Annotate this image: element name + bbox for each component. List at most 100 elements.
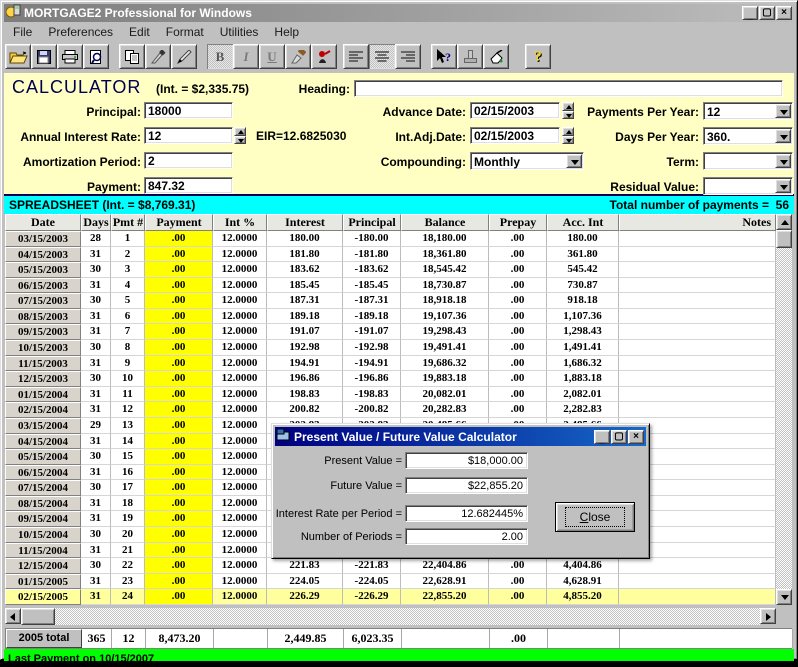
cell-int-percent[interactable]: 12.0000 [213, 324, 267, 340]
cell-principal[interactable]: -189.18 [343, 309, 401, 325]
cell-int-percent[interactable]: 12.0000 [213, 293, 267, 309]
cell-days[interactable]: 31 [81, 465, 111, 481]
cell-days[interactable]: 31 [81, 278, 111, 294]
cell-interest[interactable]: 224.05 [267, 574, 343, 590]
table-row[interactable]: 11/15/2003319.0012.0000194.91-194.9119,6… [5, 356, 792, 372]
cell-date[interactable]: 12/15/2004 [5, 558, 81, 574]
cell-pmt-number[interactable]: 14 [111, 434, 145, 450]
cell-prepay[interactable]: .00 [489, 247, 547, 263]
table-row[interactable]: 02/15/20053124.0012.0000226.29-226.2922,… [5, 589, 792, 605]
cell-interest[interactable]: 183.62 [267, 262, 343, 278]
edit-button[interactable] [171, 44, 197, 69]
cell-days[interactable]: 30 [81, 371, 111, 387]
cell-int-percent[interactable]: 12.0000 [213, 496, 267, 512]
cell-int-percent[interactable]: 12.0000 [213, 278, 267, 294]
annual-interest-rate-input[interactable] [144, 127, 233, 144]
menu-file[interactable]: File [5, 24, 40, 40]
cell-days[interactable]: 30 [81, 262, 111, 278]
cell-balance[interactable]: 18,918.18 [401, 293, 489, 309]
cell-pmt-number[interactable]: 5 [111, 293, 145, 309]
scroll-up-button[interactable] [776, 214, 792, 230]
cell-days[interactable]: 31 [81, 309, 111, 325]
present-value-input[interactable] [405, 452, 528, 469]
scrollbar-thumb[interactable] [776, 230, 792, 248]
table-row[interactable]: 07/15/2003305.0012.0000187.31-187.3118,9… [5, 293, 792, 309]
table-row[interactable]: 01/15/20043111.0012.0000198.83-198.8320,… [5, 387, 792, 403]
cell-principal[interactable]: -183.62 [343, 262, 401, 278]
cell-prepay[interactable]: .00 [489, 356, 547, 372]
cell-notes[interactable] [619, 309, 776, 325]
cell-date[interactable]: 11/15/2004 [5, 543, 81, 559]
cell-date[interactable]: 05/15/2004 [5, 449, 81, 465]
residual-value-select[interactable] [703, 177, 793, 195]
cell-payment[interactable]: .00 [145, 434, 213, 450]
cell-balance[interactable]: 19,491.41 [401, 340, 489, 356]
cell-pmt-number[interactable]: 21 [111, 543, 145, 559]
cut-button[interactable] [145, 44, 171, 69]
days-per-year-select[interactable]: 360. [703, 127, 793, 145]
cell-pmt-number[interactable]: 7 [111, 324, 145, 340]
chevron-down-icon[interactable] [775, 179, 791, 193]
cell-notes[interactable] [619, 558, 776, 574]
align-right-button[interactable] [395, 44, 421, 69]
cell-int-percent[interactable]: 12.0000 [213, 543, 267, 559]
cell-pmt-number[interactable]: 13 [111, 418, 145, 434]
cell-pmt-number[interactable]: 16 [111, 465, 145, 481]
cell-balance[interactable]: 18,545.42 [401, 262, 489, 278]
menu-help[interactable]: Help [266, 24, 307, 40]
scroll-down-button[interactable] [776, 589, 792, 605]
cell-acc-int[interactable]: 545.42 [547, 262, 619, 278]
cell-prepay[interactable]: .00 [489, 589, 547, 605]
cell-pmt-number[interactable]: 2 [111, 247, 145, 263]
cell-prepay[interactable]: .00 [489, 402, 547, 418]
cell-date[interactable]: 03/15/2003 [5, 231, 81, 247]
cell-interest[interactable]: 192.98 [267, 340, 343, 356]
spin-up-icon[interactable] [234, 127, 246, 136]
cell-principal[interactable]: -196.86 [343, 371, 401, 387]
table-row[interactable]: 12/15/20043022.0012.0000221.83-221.8322,… [5, 558, 792, 574]
cell-acc-int[interactable]: 4,404.86 [547, 558, 619, 574]
spell-check-button[interactable] [311, 44, 337, 69]
cell-notes[interactable] [619, 247, 776, 263]
cell-date[interactable]: 05/15/2003 [5, 262, 81, 278]
table-row[interactable]: 05/15/2003303.0012.0000183.62-183.6218,5… [5, 262, 792, 278]
cell-balance[interactable]: 18,361.80 [401, 247, 489, 263]
cell-principal[interactable]: -224.05 [343, 574, 401, 590]
cell-pmt-number[interactable]: 18 [111, 496, 145, 512]
cell-payment[interactable]: .00 [145, 589, 213, 605]
cell-int-percent[interactable]: 12.0000 [213, 418, 267, 434]
cell-date[interactable]: 07/15/2004 [5, 480, 81, 496]
cell-notes[interactable] [619, 231, 776, 247]
open-file-button[interactable] [5, 44, 31, 69]
cell-int-percent[interactable]: 12.0000 [213, 356, 267, 372]
cell-days[interactable]: 31 [81, 356, 111, 372]
minimize-button[interactable]: _ [742, 6, 758, 20]
cell-prepay[interactable]: .00 [489, 574, 547, 590]
cell-date[interactable]: 03/15/2004 [5, 418, 81, 434]
cell-acc-int[interactable]: 730.87 [547, 278, 619, 294]
cell-principal[interactable]: -226.29 [343, 589, 401, 605]
chevron-down-icon[interactable] [775, 154, 791, 168]
cell-date[interactable]: 04/15/2003 [5, 247, 81, 263]
cell-pmt-number[interactable]: 10 [111, 371, 145, 387]
table-row[interactable]: 02/15/20043112.0012.0000200.82-200.8220,… [5, 402, 792, 418]
menu-utilities[interactable]: Utilities [212, 24, 267, 40]
vertical-scrollbar[interactable] [776, 214, 792, 605]
cell-payment[interactable]: .00 [145, 340, 213, 356]
stamp-button[interactable] [457, 44, 483, 69]
cell-notes[interactable] [619, 278, 776, 294]
int-adj-date-input[interactable] [470, 127, 560, 144]
cell-days[interactable]: 28 [81, 231, 111, 247]
cell-interest[interactable]: 191.07 [267, 324, 343, 340]
menu-format[interactable]: Format [158, 24, 212, 40]
cell-int-percent[interactable]: 12.0000 [213, 340, 267, 356]
cell-date[interactable]: 10/15/2003 [5, 340, 81, 356]
cell-principal[interactable]: -180.00 [343, 231, 401, 247]
rate-spinner[interactable] [234, 127, 246, 144]
cell-payment[interactable]: .00 [145, 387, 213, 403]
cell-payment[interactable]: .00 [145, 527, 213, 543]
paintbrush-button[interactable] [285, 44, 311, 69]
hand-pointer-button[interactable] [483, 44, 509, 69]
cell-payment[interactable]: .00 [145, 465, 213, 481]
cell-date[interactable]: 08/15/2004 [5, 496, 81, 512]
